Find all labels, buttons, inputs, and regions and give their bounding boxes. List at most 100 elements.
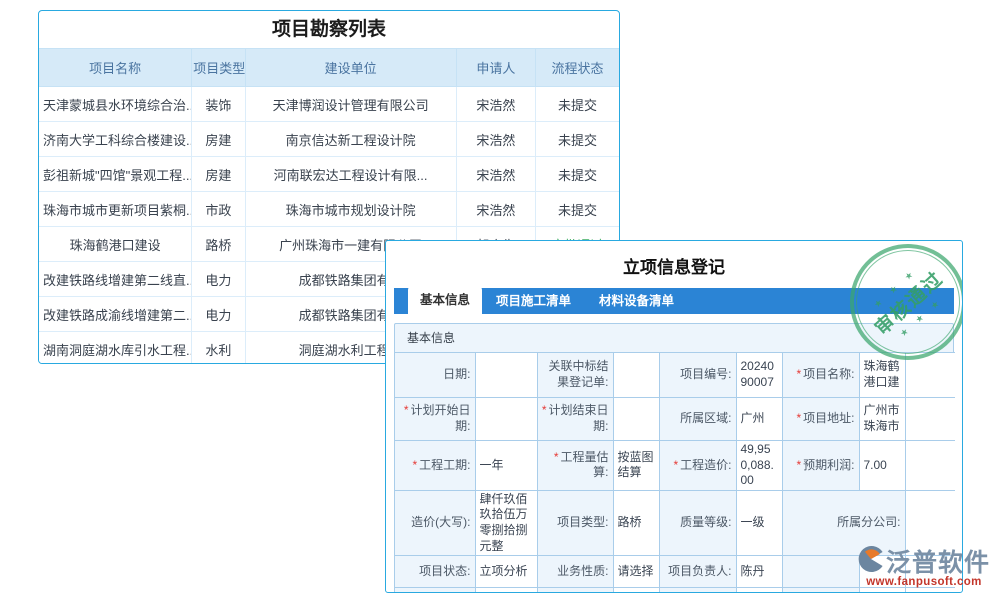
project-name-field[interactable]: 珠海鹤港口建 (859, 353, 905, 398)
column-header-construction-unit: 建设单位 (245, 49, 456, 87)
spacer-cell (905, 353, 955, 398)
quantity-estimate-label: *工程量估算: (537, 441, 613, 491)
project-name-label: *项目名称: (782, 353, 859, 398)
applicant-cell: 宋浩然 (456, 157, 535, 192)
column-header-applicant: 申请人 (456, 49, 535, 87)
applicant-cell: 宋浩然 (456, 87, 535, 122)
project-code-label: 项目编号: (659, 353, 736, 398)
project-name-link[interactable]: 改建铁路成渝线增建第二... (39, 297, 192, 332)
project-cost-field[interactable]: 49,950,088.00 (736, 441, 782, 491)
project-type-field[interactable]: 路桥 (613, 490, 659, 555)
empty-label (395, 588, 475, 593)
cost-in-words-field[interactable]: 肆仟玖佰玖拾伍万零捌拾捌元整 (475, 490, 537, 555)
table-row: 珠海市城市更新项目紫桐... 市政 珠海市城市规划设计院 宋浩然 未提交 (39, 192, 619, 227)
tab-basic-info[interactable]: 基本信息 (408, 286, 482, 314)
project-address-label: *项目地址: (782, 398, 859, 441)
project-type-label: 项目类型: (537, 490, 613, 555)
related-bid-result-field[interactable] (613, 353, 659, 398)
project-code-field[interactable]: 2024090007 (736, 353, 782, 398)
date-label: 日期: (395, 353, 475, 398)
table-row: 济南大学工科综合楼建设... 房建 南京信达新工程设计院 宋浩然 未提交 (39, 122, 619, 157)
registration-window: 立项信息登记 基本信息 项目施工清单 材料设备清单 基本信息 日期: 关联中标结… (385, 240, 963, 593)
plan-start-date-field[interactable] (475, 398, 537, 441)
expected-profit-field[interactable]: 7.00 (859, 441, 905, 491)
vendor-logo: 泛普软件 www.fanpusoft.com (858, 543, 990, 588)
required-mark: * (554, 450, 559, 464)
empty-label (782, 588, 859, 593)
required-mark: * (673, 458, 678, 472)
project-name-link[interactable]: 彭祖新城"四馆"景观工程... (39, 157, 192, 192)
empty-label (537, 588, 613, 593)
duration-label: *工程工期: (395, 441, 475, 491)
project-status-label: 项目状态: (395, 556, 475, 588)
vendor-logo-text: 泛普软件 (886, 543, 990, 579)
project-status-field[interactable]: 立项分析 (475, 556, 537, 588)
empty-field (475, 588, 537, 593)
project-type-cell: 市政 (192, 192, 245, 227)
empty-field (859, 588, 905, 593)
project-type-cell: 水利 (192, 332, 245, 365)
empty-label (659, 588, 736, 593)
spacer-cell (905, 588, 955, 593)
project-name-link[interactable]: 济南大学工科综合楼建设... (39, 122, 192, 157)
business-nature-label: 业务性质: (537, 556, 613, 588)
region-label: 所属区域: (659, 398, 736, 441)
required-mark: * (412, 458, 417, 472)
date-field[interactable] (475, 353, 537, 398)
tab-material-equipment-list[interactable]: 材料设备清单 (585, 288, 688, 314)
construction-unit-cell: 南京信达新工程设计院 (245, 122, 456, 157)
table-row: 天津蒙城县水环境综合治... 装饰 天津博润设计管理有限公司 宋浩然 未提交 (39, 87, 619, 122)
spacer-cell (905, 441, 955, 491)
tab-construction-list[interactable]: 项目施工清单 (482, 288, 585, 314)
vendor-logo-url: www.fanpusoft.com (858, 576, 990, 588)
project-manager-label: 项目负责人: (659, 556, 736, 588)
project-name-link[interactable]: 改建铁路线增建第二线直... (39, 262, 192, 297)
tab-bar: 基本信息 项目施工清单 材料设备清单 (394, 288, 954, 314)
project-type-cell: 房建 (192, 122, 245, 157)
survey-window-title: 项目勘察列表 (39, 11, 619, 48)
registration-window-title: 立项信息登记 (386, 253, 962, 277)
project-type-cell: 电力 (192, 262, 245, 297)
project-type-cell: 房建 (192, 157, 245, 192)
status-cell: 未提交 (536, 122, 619, 157)
quantity-estimate-field[interactable]: 按蓝图结算 (613, 441, 659, 491)
column-header-flow-status: 流程状态 (536, 49, 619, 87)
cost-in-words-label: 造价(大写): (395, 490, 475, 555)
spacer-cell (905, 398, 955, 441)
plan-end-date-field[interactable] (613, 398, 659, 441)
section-title: 基本信息 (395, 324, 953, 352)
quality-grade-field[interactable]: 一级 (736, 490, 782, 555)
project-name-link[interactable]: 珠海鹤港口建设 (39, 227, 192, 262)
expected-profit-label: *预期利润: (782, 441, 859, 491)
fanpu-logo-icon (858, 546, 884, 577)
project-manager-field[interactable]: 陈丹 (736, 556, 782, 588)
duration-field[interactable]: 一年 (475, 441, 537, 491)
project-name-link[interactable]: 湖南洞庭湖水库引水工程... (39, 332, 192, 365)
required-mark: * (796, 367, 801, 381)
applicant-cell: 宋浩然 (456, 192, 535, 227)
status-cell: 未提交 (536, 157, 619, 192)
quality-grade-label: 质量等级: (659, 490, 736, 555)
construction-unit-cell: 珠海市城市规划设计院 (245, 192, 456, 227)
required-mark: * (796, 411, 801, 425)
project-type-cell: 电力 (192, 297, 245, 332)
column-header-project-name: 项目名称 (39, 49, 192, 87)
project-name-link[interactable]: 珠海市城市更新项目紫桐... (39, 192, 192, 227)
business-nature-field[interactable]: 请选择 (613, 556, 659, 588)
empty-label (782, 556, 859, 588)
project-type-cell: 路桥 (192, 227, 245, 262)
status-cell: 未提交 (536, 87, 619, 122)
column-header-project-type: 项目类型 (192, 49, 245, 87)
plan-end-date-label: *计划结束日期: (537, 398, 613, 441)
construction-unit-cell: 天津博润设计管理有限公司 (245, 87, 456, 122)
form-row: *计划开始日期: *计划结束日期: 所属区域: 广州 *项目地址: 广州市珠海市 (395, 398, 955, 441)
required-mark: * (542, 403, 547, 417)
project-name-link[interactable]: 天津蒙城县水环境综合治... (39, 87, 192, 122)
project-address-field[interactable]: 广州市珠海市 (859, 398, 905, 441)
applicant-cell: 宋浩然 (456, 122, 535, 157)
region-field[interactable]: 广州 (736, 398, 782, 441)
status-cell: 未提交 (536, 192, 619, 227)
survey-header-row: 项目名称 项目类型 建设单位 申请人 流程状态 (39, 49, 619, 87)
construction-unit-cell: 河南联宏达工程设计有限... (245, 157, 456, 192)
plan-start-date-label: *计划开始日期: (395, 398, 475, 441)
